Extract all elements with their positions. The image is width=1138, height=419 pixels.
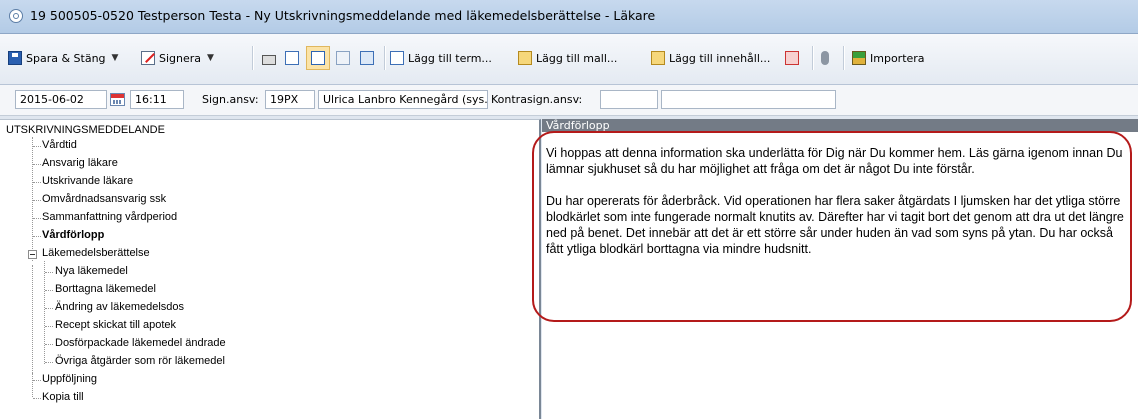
panel-header: Vårdförlopp <box>542 119 1138 132</box>
add-template-button[interactable]: Lägg till mall... <box>518 47 617 69</box>
add-term-icon <box>390 51 404 65</box>
tree-item-utskrivande-lakare[interactable]: Utskrivande läkare <box>42 175 133 187</box>
tree-item-omvardnadsansvarig-ssk[interactable]: Omvårdnadsansvarig ssk <box>42 193 166 205</box>
toolbar: Spara & Stäng ▼ Signera ▼ Lägg till term… <box>0 34 1138 85</box>
add-content-button[interactable]: Lägg till innehåll... <box>651 47 770 69</box>
import-button[interactable]: Importera <box>852 47 925 69</box>
sign-icon <box>141 51 155 65</box>
tree-item-kopia-till[interactable]: Kopia till <box>42 391 84 403</box>
add-template-icon <box>518 51 532 65</box>
add-content-icon <box>651 51 665 65</box>
tree-item-ovriga-atgarder[interactable]: Övriga åtgärder som rör läkemedel <box>55 355 225 367</box>
tree-line <box>33 380 41 381</box>
tree-line <box>45 344 53 345</box>
tree-line <box>32 137 33 261</box>
app-icon <box>9 9 23 23</box>
sign-resp-name-field[interactable]: Ulrica Lanbro Kennegård (sys. <box>318 90 488 109</box>
sign-button[interactable]: Signera ▼ <box>141 47 214 69</box>
print-icon <box>262 55 276 65</box>
title-bar: 19 500505-0520 Testperson Testa - Ny Uts… <box>0 0 1138 34</box>
tree-item-uppfoljning[interactable]: Uppföljning <box>42 373 97 385</box>
save-dropdown-icon[interactable]: ▼ <box>112 53 119 63</box>
tree-line <box>33 200 41 201</box>
tree-line <box>33 236 41 237</box>
document-button[interactable] <box>360 47 378 69</box>
preview-button[interactable] <box>285 47 303 69</box>
sign-resp-label: Sign.ansv: <box>202 93 259 106</box>
preview-icon <box>285 51 299 65</box>
section-tree: UTSKRIVNINGSMEDDELANDE Vårdtid Ansvarig … <box>0 119 541 419</box>
sign-dropdown-icon[interactable]: ▼ <box>207 53 214 63</box>
calendar-icon[interactable] <box>110 93 125 106</box>
content-panel: Vårdförlopp Vi hoppas att denna informat… <box>542 119 1138 419</box>
date-field[interactable]: 2015-06-02 <box>15 90 107 109</box>
cosign-name-field[interactable] <box>661 90 836 109</box>
add-term-button[interactable]: Lägg till term... <box>390 47 492 69</box>
microphone-button[interactable] <box>821 47 833 69</box>
delete-button[interactable] <box>785 47 803 69</box>
tree-item-sammanfattning[interactable]: Sammanfattning vårdperiod <box>42 211 177 223</box>
tree-line <box>45 272 53 273</box>
tree-line <box>32 373 33 397</box>
save-icon <box>8 51 22 65</box>
tree-line <box>33 218 41 219</box>
cosign-label: Kontrasign.ansv: <box>491 93 583 106</box>
application-window: 19 500505-0520 Testperson Testa - Ny Uts… <box>0 0 1138 419</box>
time-field[interactable]: 16:11 <box>130 90 184 109</box>
add-term-label: Lägg till term... <box>408 51 492 65</box>
header-fields: 2015-06-02 16:11 Sign.ansv: 19PX Ulrica … <box>0 85 1138 116</box>
save-close-label: Spara & Stäng <box>26 51 106 65</box>
tree-line <box>33 182 41 183</box>
import-label: Importera <box>870 51 925 65</box>
toolbar-separator <box>252 46 254 70</box>
tree-line <box>45 326 53 327</box>
tree-line <box>33 164 41 165</box>
tree-item-ansvarig-lakare[interactable]: Ansvarig läkare <box>42 157 118 169</box>
toolbar-separator <box>812 46 814 70</box>
document-icon <box>360 51 374 65</box>
editor-paragraph: Vi hoppas att denna information ska unde… <box>546 146 1123 176</box>
tree-root[interactable]: UTSKRIVNINGSMEDDELANDE <box>6 124 165 136</box>
tree-item-dosforpackade[interactable]: Dosförpackade läkemedel ändrade <box>55 337 226 349</box>
tree-item-nya-lakemedel[interactable]: Nya läkemedel <box>55 265 128 277</box>
tree-item-vardforlopp[interactable]: Vårdförlopp <box>42 229 104 241</box>
tree-item-vardtid[interactable]: Vårdtid <box>42 139 77 151</box>
add-content-label: Lägg till innehåll... <box>669 51 771 65</box>
layout-icon <box>311 51 325 65</box>
tree-item-andring-dos[interactable]: Ändring av läkemedelsdos <box>55 301 184 313</box>
layout2-icon <box>336 51 350 65</box>
tree-line <box>44 261 45 364</box>
tree-line <box>45 362 53 363</box>
text-editor[interactable]: Vi hoppas att denna information ska unde… <box>546 145 1126 273</box>
editor-paragraph: Du har opererats för åderbråck. Vid oper… <box>546 194 1124 256</box>
import-icon <box>852 51 866 65</box>
sign-label: Signera <box>159 51 202 65</box>
toolbar-separator <box>843 46 845 70</box>
microphone-icon <box>821 51 829 65</box>
collapse-icon[interactable] <box>28 250 37 259</box>
sign-resp-code-field[interactable]: 19PX <box>265 90 315 109</box>
tree-line <box>33 146 41 147</box>
print-button[interactable] <box>262 47 280 69</box>
window-title: 19 500505-0520 Testperson Testa - Ny Uts… <box>30 8 656 23</box>
cosign-field[interactable] <box>600 90 658 109</box>
layout2-button[interactable] <box>336 47 354 69</box>
delete-icon <box>785 51 799 65</box>
tree-item-lakemedelsberattelse[interactable]: Läkemedelsberättelse <box>42 247 150 259</box>
tree-line <box>45 308 53 309</box>
toolbar-separator <box>384 46 386 70</box>
tree-line <box>45 290 53 291</box>
layout-button[interactable] <box>306 46 330 70</box>
tree-line <box>33 398 41 399</box>
save-close-button[interactable]: Spara & Stäng ▼ <box>8 47 118 69</box>
add-template-label: Lägg till mall... <box>536 51 618 65</box>
tree-item-recept-apotek[interactable]: Recept skickat till apotek <box>55 319 176 331</box>
tree-item-borttagna-lakemedel[interactable]: Borttagna läkemedel <box>55 283 156 295</box>
